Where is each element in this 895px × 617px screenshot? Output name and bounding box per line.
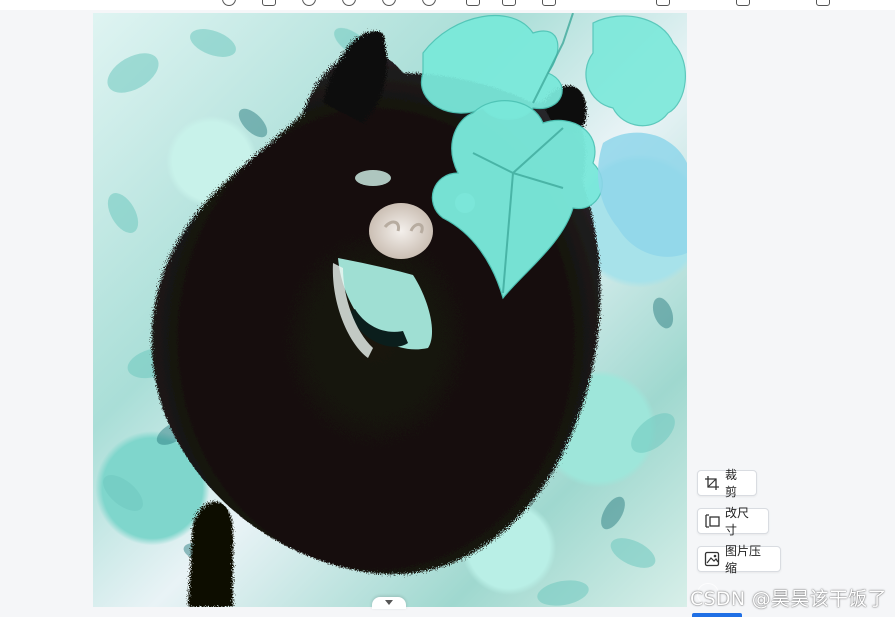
active-tab-indicator[interactable] (692, 613, 742, 617)
action-icon-1[interactable] (656, 0, 670, 6)
resize-label: 改尺寸 (725, 506, 750, 537)
info-icon[interactable] (222, 0, 236, 6)
frame-icon[interactable] (262, 0, 276, 6)
image-canvas[interactable] (93, 13, 687, 607)
collapse-handle[interactable] (372, 597, 406, 609)
crop-icon (705, 476, 719, 490)
rotate-right-icon[interactable] (422, 0, 436, 6)
compress-label: 图片压缩 (725, 544, 762, 575)
inverted-dog-photo (103, 13, 687, 607)
crop-label: 裁剪 (725, 468, 738, 499)
copy-icon[interactable] (466, 0, 480, 6)
action-icon-3[interactable] (816, 0, 830, 6)
rotate-left-icon[interactable] (382, 0, 396, 6)
delete-icon[interactable] (542, 0, 556, 6)
zoom-in-icon[interactable] (302, 0, 316, 6)
paste-icon[interactable] (502, 0, 516, 6)
action-icon-2[interactable] (736, 0, 750, 6)
resize-button[interactable]: 改尺寸 (697, 506, 769, 537)
image-viewer: 裁剪 改尺寸 图片压缩 CSDN @昊昊该干饭了 (0, 0, 895, 617)
crop-button[interactable]: 裁剪 (697, 468, 757, 499)
resize-icon (705, 514, 720, 528)
top-toolbar (0, 0, 895, 10)
compress-button[interactable]: 图片压缩 (697, 544, 781, 575)
watermark: CSDN @昊昊该干饭了 (690, 588, 887, 610)
zoom-out-icon[interactable] (342, 0, 356, 6)
image-compress-icon (704, 551, 720, 567)
